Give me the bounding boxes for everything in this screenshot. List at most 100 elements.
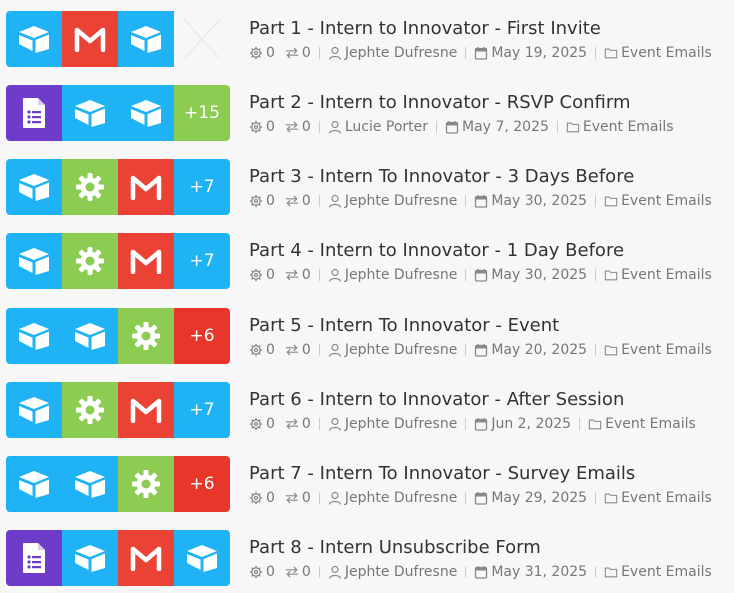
- workflow-title[interactable]: Part 5 - Intern To Innovator - Event: [249, 315, 559, 336]
- folder-icon: [604, 343, 618, 357]
- task-count: 0: [301, 45, 311, 61]
- workflow-row[interactable]: +15 Part 2 - Intern to Innovator - RSVP C…: [0, 85, 734, 143]
- meta-author: Lucie Porter: [328, 119, 428, 135]
- author-name: Jephte Dufresne: [344, 267, 458, 283]
- workflow-title[interactable]: Part 1 - Intern to Innovator - First Inv…: [249, 18, 601, 39]
- meta-date: May 20, 2025: [474, 342, 587, 358]
- meta-stat2: 0: [285, 342, 311, 358]
- airtable-icon: [62, 530, 118, 586]
- workflow-title[interactable]: Part 4 - Intern to Innovator - 1 Day Bef…: [249, 240, 624, 261]
- workflow-meta: 0 0 Jephte Dufresne May 30, 2025 Event Email…: [249, 267, 712, 283]
- meta-stat2: 0: [285, 490, 311, 506]
- meta-divider: [595, 492, 597, 504]
- workflow-title[interactable]: Part 6 - Intern to Innovator - After Ses…: [249, 389, 624, 410]
- workflow-meta: 0 0 Lucie Porter May 7, 2025 Event Emails: [249, 119, 674, 135]
- workflow-row[interactable]: +6 Part 7 - Intern To Innovator - Survey …: [0, 456, 734, 514]
- created-date: May 7, 2025: [462, 119, 549, 135]
- author-name: Jephte Dufresne: [344, 45, 458, 61]
- workflow-row[interactable]: +6 Part 5 - Intern To Innovator - Event 0 0…: [0, 308, 734, 366]
- meta-author: Jephte Dufresne: [328, 416, 457, 432]
- meta-divider: [595, 47, 597, 59]
- author-name: Jephte Dufresne: [344, 564, 458, 580]
- meta-divider: [318, 566, 320, 578]
- folder-name: Event Emails: [621, 267, 712, 283]
- meta-divider: [465, 47, 467, 59]
- meta-stat1: 0: [249, 342, 275, 358]
- workflow-row[interactable]: Part 8 - Intern Unsubscribe Form 0 0 Jephte…: [0, 530, 734, 588]
- meta-stat2: 0: [285, 45, 311, 61]
- meta-divider: [465, 195, 467, 207]
- meta-folder: Event Emails: [588, 416, 696, 432]
- meta-author: Jephte Dufresne: [328, 193, 457, 209]
- user-icon: [328, 46, 342, 60]
- calendar-icon: [474, 268, 488, 282]
- workflow-row[interactable]: +7 Part 6 - Intern to Innovator - After S…: [0, 382, 734, 440]
- calendar-icon: [445, 120, 459, 134]
- airtable-icon: [118, 85, 174, 141]
- meta-stat1: 0: [249, 490, 275, 506]
- meta-divider: [465, 344, 467, 356]
- meta-stat2: 0: [285, 416, 311, 432]
- meta-divider: [579, 418, 581, 430]
- author-name: Jephte Dufresne: [344, 342, 458, 358]
- run-count: 0: [266, 416, 275, 432]
- meta-stat1: 0: [249, 119, 275, 135]
- swap-arrows-icon: [285, 343, 299, 357]
- meta-divider: [318, 344, 320, 356]
- meta-author: Jephte Dufresne: [328, 564, 457, 580]
- workflow-title[interactable]: Part 7 - Intern To Innovator - Survey Em…: [249, 463, 635, 484]
- meta-stat2: 0: [285, 267, 311, 283]
- workflow-title[interactable]: Part 8 - Intern Unsubscribe Form: [249, 537, 541, 558]
- workflow-meta: 0 0 Jephte Dufresne May 30, 2025 Event Email…: [249, 193, 712, 209]
- meta-divider: [318, 418, 320, 430]
- meta-divider: [465, 492, 467, 504]
- created-date: May 30, 2025: [491, 193, 588, 209]
- meta-folder: Event Emails: [604, 564, 712, 580]
- airtable-icon: [174, 530, 230, 586]
- gear-stat-icon: [249, 268, 263, 282]
- airtable-icon: [62, 85, 118, 141]
- folder-icon: [604, 194, 618, 208]
- folder-icon: [604, 565, 618, 579]
- created-date: Jun 2, 2025: [491, 416, 572, 432]
- gmail-icon: [118, 159, 174, 215]
- airtable-icon: [62, 456, 118, 512]
- meta-date: May 31, 2025: [474, 564, 587, 580]
- swap-arrows-icon: [285, 120, 299, 134]
- run-count: 0: [266, 267, 275, 283]
- more-apps-badge: +6: [174, 308, 230, 364]
- folder-icon: [566, 120, 580, 134]
- created-date: May 31, 2025: [491, 564, 588, 580]
- app-icons: [6, 530, 230, 586]
- meta-stat1: 0: [249, 267, 275, 283]
- more-apps-badge: +7: [174, 233, 230, 289]
- meta-divider: [556, 121, 558, 133]
- task-count: 0: [301, 267, 311, 283]
- task-count: 0: [301, 193, 311, 209]
- workflow-row[interactable]: +7 Part 4 - Intern to Innovator - 1 Day B…: [0, 233, 734, 291]
- workflow-row[interactable]: Part 1 - Intern to Innovator - First Inv…: [0, 11, 734, 69]
- meta-date: May 30, 2025: [474, 193, 587, 209]
- swap-arrows-icon: [285, 417, 299, 431]
- created-date: May 30, 2025: [491, 267, 588, 283]
- run-count: 0: [266, 45, 275, 61]
- calendar-icon: [474, 343, 488, 357]
- user-icon: [328, 194, 342, 208]
- airtable-icon: [62, 308, 118, 364]
- task-count: 0: [301, 490, 311, 506]
- workflow-title[interactable]: Part 3 - Intern To Innovator - 3 Days Be…: [249, 166, 634, 187]
- folder-name: Event Emails: [582, 119, 674, 135]
- swap-arrows-icon: [285, 194, 299, 208]
- folder-icon: [604, 268, 618, 282]
- meta-divider: [465, 566, 467, 578]
- folder-name: Event Emails: [621, 45, 712, 61]
- author-name: Jephte Dufresne: [344, 416, 458, 432]
- workflow-title[interactable]: Part 2 - Intern to Innovator - RSVP Conf…: [249, 92, 631, 113]
- meta-author: Jephte Dufresne: [328, 490, 457, 506]
- run-count: 0: [266, 193, 275, 209]
- airtable-icon: [6, 308, 62, 364]
- author-name: Jephte Dufresne: [344, 193, 458, 209]
- user-icon: [328, 417, 342, 431]
- gmail-icon: [118, 530, 174, 586]
- workflow-row[interactable]: +7 Part 3 - Intern To Innovator - 3 Days …: [0, 159, 734, 217]
